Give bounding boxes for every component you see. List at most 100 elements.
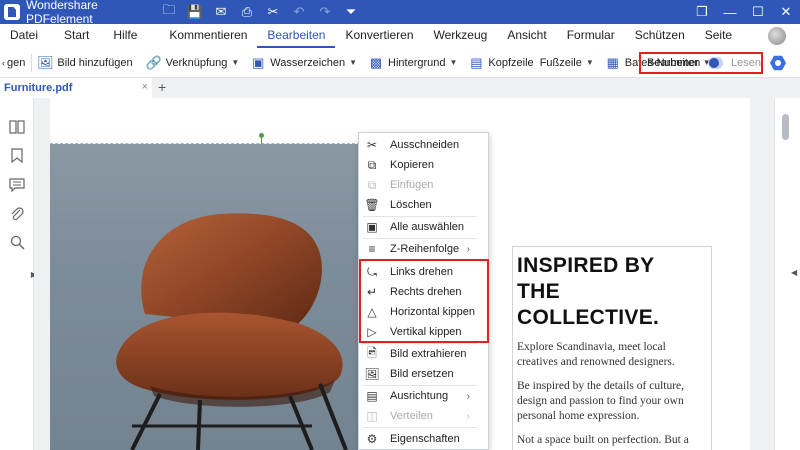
gear-icon: ⚙	[366, 432, 378, 446]
add-tab-button[interactable]: +	[158, 78, 166, 98]
paste-icon: ⧉	[367, 177, 377, 192]
text-block[interactable]: INSPIRED BY THE COLLECTIVE. Explore Scan…	[512, 246, 712, 450]
search-icon[interactable]	[0, 228, 34, 257]
menu-seite[interactable]: Seite	[695, 24, 742, 48]
menu-item-delete[interactable]: 🗑 Löschen	[359, 195, 490, 215]
chevron-down-icon: ▼	[349, 58, 358, 67]
redo-icon[interactable]: ↷	[312, 0, 338, 24]
menu-item-label: Bild ersetzen	[390, 368, 454, 380]
tab-furniture-pdf[interactable]: Furniture.pdf ×	[0, 78, 152, 98]
scissors-icon[interactable]: ✂	[260, 0, 286, 24]
toolbar-scroll-left[interactable]: ‹ gen	[2, 48, 25, 78]
scissors-icon: ✂	[366, 138, 378, 152]
restore-icon[interactable]: ❐	[688, 0, 716, 24]
chair-photo[interactable]	[50, 144, 370, 450]
close-tab-icon[interactable]: ×	[142, 81, 148, 93]
header-footer-button[interactable]: ▤ Kopfzeile Fußzeile ▼	[469, 48, 594, 78]
bookmark-icon[interactable]	[0, 141, 34, 170]
menu-formular[interactable]: Formular	[557, 24, 625, 48]
mode-read-label: Lesen	[731, 57, 761, 69]
menu-item-z-order[interactable]: ≡ Z-Reihenfolge ›	[359, 239, 490, 259]
menu-bar: Datei Start Hilfe Kommentieren Bearbeite…	[0, 24, 800, 48]
menu-item-label: Eigenschaften	[390, 433, 460, 445]
header-label: Kopfzeile	[488, 56, 534, 69]
menu-item-paste: ⧉ Einfügen	[359, 175, 490, 195]
menu-item-label: Ausrichtung	[390, 390, 449, 402]
menu-item-cut[interactable]: ✂ Ausschneiden	[359, 135, 490, 155]
tab-label: Furniture.pdf	[4, 82, 73, 94]
menu-schuetzen[interactable]: Schützen	[625, 24, 695, 48]
menu-item-replace-image[interactable]: 🖼 Bild ersetzen	[359, 364, 490, 384]
title-bar: Wondershare PDFelement 🗀 💾 ✉ ⎙ ✂ ↶ ↷ ⏷ ❐…	[0, 0, 800, 26]
watermark-icon: ▣	[252, 54, 265, 70]
body-paragraph-3: Not a space built on perfection. But a h…	[517, 434, 689, 450]
menu-item-properties[interactable]: ⚙ Eigenschaften	[359, 429, 490, 449]
menu-konvertieren[interactable]: Konvertieren	[335, 24, 423, 48]
vertical-scrollbar[interactable]: ◀	[774, 98, 800, 450]
chevron-down-icon: ▼	[585, 58, 594, 67]
mail-icon[interactable]: ✉	[208, 0, 234, 24]
mode-switch[interactable]	[708, 57, 724, 69]
quick-access-toolbar: 🗀 💾 ✉ ⎙ ✂ ↶ ↷ ⏷	[156, 0, 364, 24]
chevron-left-icon: ‹	[2, 57, 5, 68]
app-logo-icon	[4, 4, 20, 20]
menu-item-distribute: ◫ Verteilen ›	[359, 406, 490, 426]
menu-item-extract-image[interactable]: 🖻 Bild extrahieren	[359, 344, 490, 364]
comment-icon[interactable]	[0, 170, 34, 199]
maximize-icon[interactable]: ☐	[744, 0, 772, 24]
attachment-icon[interactable]	[0, 199, 34, 228]
menu-item-select-all[interactable]: ▣ Alle auswählen	[359, 217, 490, 237]
headline-line-2: THE COLLECTIVE.	[517, 280, 660, 329]
menu-hilfe[interactable]: Hilfe	[103, 24, 147, 48]
chevron-down-icon: ▼	[449, 58, 458, 67]
menu-item-label: Z-Reihenfolge	[390, 243, 460, 255]
collapse-right-panel-icon[interactable]: ◀	[791, 268, 797, 277]
image-icon: 🖼	[37, 54, 54, 70]
menu-start[interactable]: Start	[54, 24, 99, 48]
menu-datei[interactable]: Datei	[0, 24, 48, 48]
menu-item-label: Einfügen	[390, 179, 434, 191]
folder-icon[interactable]: 🗀	[156, 0, 182, 24]
toolbar-truncated-label: gen	[7, 56, 26, 69]
scrollbar-thumb[interactable]	[782, 114, 789, 140]
highlight-box-rotate-flip	[359, 259, 489, 343]
dropdown-icon[interactable]: ⏷	[338, 0, 364, 24]
add-image-button[interactable]: 🖼 Bild hinzufügen	[37, 48, 133, 78]
link-button[interactable]: 🔗 Verknüpfung ▼	[145, 48, 240, 78]
headline-line-1: INSPIRED BY	[517, 254, 655, 277]
menu-item-label: Verteilen	[390, 410, 433, 422]
menu-kommentieren[interactable]: Kommentieren	[159, 24, 257, 48]
document-tab-strip: Furniture.pdf × +	[0, 78, 800, 98]
watermark-button[interactable]: ▣ Wasserzeichen ▼	[251, 48, 357, 78]
selection-border	[50, 143, 370, 144]
background-button[interactable]: ▩ Hintergrund ▼	[369, 48, 458, 78]
menu-divider	[363, 427, 477, 428]
chevron-down-icon: ▼	[231, 58, 240, 67]
distribute-icon: ◫	[366, 409, 378, 423]
minimize-icon[interactable]: —	[716, 0, 744, 24]
rotation-handle[interactable]	[259, 133, 264, 138]
add-image-label: Bild hinzufügen	[57, 56, 133, 69]
chevron-right-icon: ›	[466, 243, 470, 255]
menu-bearbeiten[interactable]: Bearbeiten	[257, 24, 336, 48]
menu-ansicht[interactable]: Ansicht	[497, 24, 556, 48]
menu-werkzeug[interactable]: Werkzeug	[424, 24, 498, 48]
undo-icon[interactable]: ↶	[286, 0, 312, 24]
avatar[interactable]	[768, 27, 786, 45]
body-paragraph-1: Explore Scandinavia, meet local creative…	[517, 341, 675, 368]
menu-item-label: Alle auswählen	[390, 221, 464, 233]
close-icon[interactable]: ✕	[772, 0, 800, 24]
background-label: Hintergrund	[388, 56, 446, 69]
link-icon: 🔗	[145, 54, 162, 70]
save-icon[interactable]: 💾	[182, 0, 208, 24]
thumbnails-icon[interactable]	[0, 112, 34, 141]
bates-icon: ▦	[606, 54, 619, 70]
menu-item-label: Bild extrahieren	[390, 348, 467, 360]
select-all-icon: ▣	[366, 220, 378, 234]
menu-item-alignment[interactable]: ▤ Ausrichtung ›	[359, 386, 490, 406]
menu-item-label: Ausschneiden	[390, 139, 460, 151]
print-icon[interactable]: ⎙	[234, 0, 260, 24]
menu-item-label: Löschen	[390, 199, 432, 211]
menu-item-copy[interactable]: ⧉ Kopieren	[359, 155, 490, 175]
edit-read-mode-toggle[interactable]: Bearbeiten Lesen	[639, 52, 763, 74]
